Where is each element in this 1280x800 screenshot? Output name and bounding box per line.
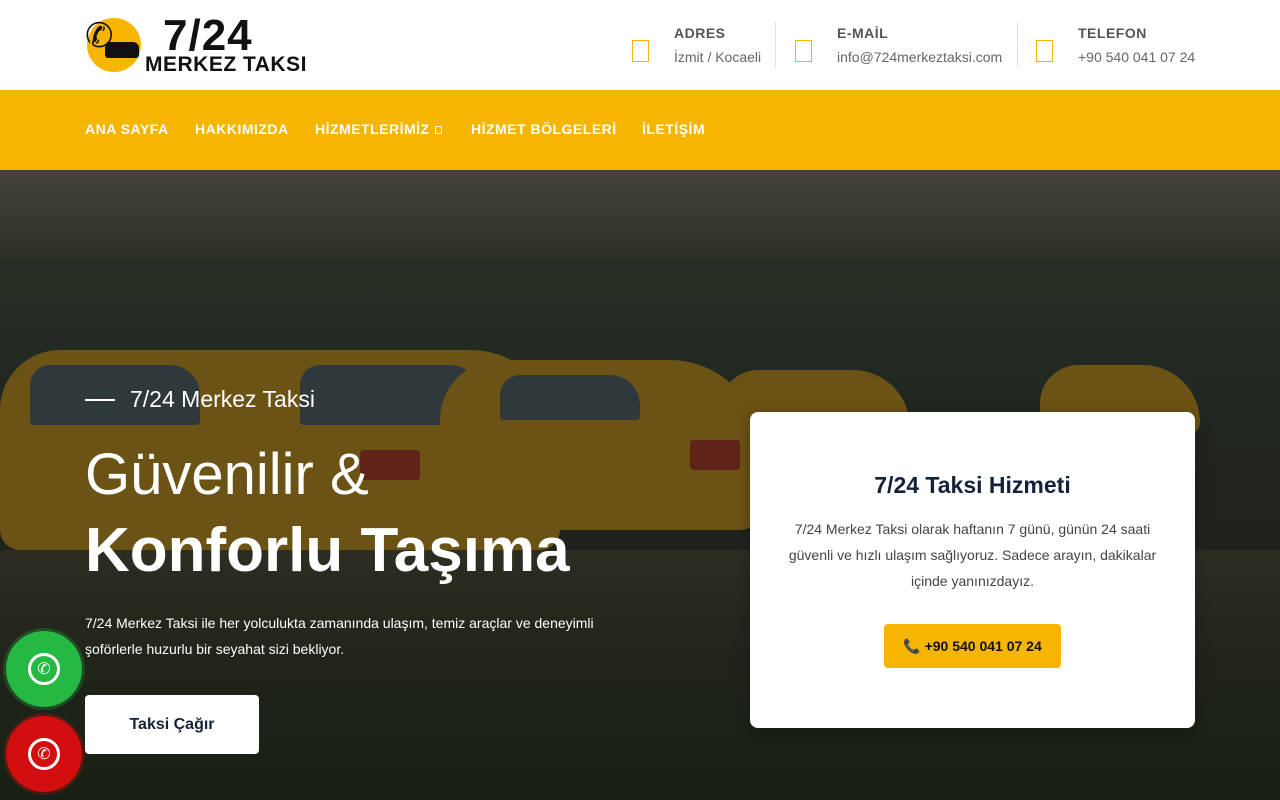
contact-email-value[interactable]: info@724merkeztaksi.com xyxy=(837,49,1002,65)
call-phone-button[interactable]: 📞 +90 540 041 07 24 xyxy=(884,624,1061,668)
hero-eyebrow: 7/24 Merkez Taksi xyxy=(85,386,315,413)
contact-address-value: İzmit / Kocaeli xyxy=(674,49,762,65)
nav-item-services-label: HİZMETLERİMİZ xyxy=(315,121,430,137)
whatsapp-button[interactable]: ✆ xyxy=(6,631,82,707)
call-phone-label: +90 540 041 07 24 xyxy=(924,638,1042,654)
phone-icon: ✆ xyxy=(28,738,60,770)
service-card-title: 7/24 Taksi Hizmeti xyxy=(874,472,1071,498)
nav-item-home[interactable]: ANA SAYFA xyxy=(85,121,169,137)
nav-item-services[interactable]: HİZMETLERİMİZ xyxy=(315,121,442,137)
service-card-text: 7/24 Merkez Taksi olarak haftanın 7 günü… xyxy=(788,521,1157,589)
nav-item-contact[interactable]: İLETİŞİM xyxy=(642,121,705,137)
main-navigation: ANA SAYFA HAKKIMIZDA HİZMETLERİMİZ HİZME… xyxy=(0,90,1280,170)
logo-text: MERKEZ TAKSI xyxy=(145,53,307,76)
eyebrow-dash xyxy=(85,399,115,401)
envelope-icon xyxy=(795,40,812,62)
header: ✆ 7/24 MERKEZ TAKSI ADRES İzmit / Kocael… xyxy=(0,0,1280,90)
logo-number: 7/24 xyxy=(163,11,253,60)
contact-email-label: E-MAİL xyxy=(837,25,889,41)
phone-icon xyxy=(1036,40,1053,62)
nav-item-regions[interactable]: HİZMET BÖLGELERİ xyxy=(471,121,617,137)
call-taxi-button[interactable]: Taksi Çağır xyxy=(85,695,259,754)
hero-eyebrow-text: 7/24 Merkez Taksi xyxy=(130,386,315,412)
nav-item-about[interactable]: HAKKIMIZDA xyxy=(195,121,289,137)
whatsapp-icon: ✆ xyxy=(28,653,60,685)
contact-phone-label: TELEFON xyxy=(1078,25,1147,41)
call-button[interactable]: ✆ xyxy=(6,716,82,792)
contact-address-label: ADRES xyxy=(674,25,726,41)
contact-phone-value[interactable]: +90 540 041 07 24 xyxy=(1078,49,1195,65)
divider xyxy=(775,22,776,68)
map-pin-icon xyxy=(632,40,649,62)
logo-taxi-icon xyxy=(105,42,139,58)
hero-title-line2: Konforlu Taşıma xyxy=(85,516,570,585)
divider xyxy=(1017,22,1018,68)
hero-section: 7/24 Merkez Taksi Güvenilir & Konforlu T… xyxy=(0,170,1280,800)
hero-title-line1: Güvenilir & xyxy=(85,442,369,507)
hero-description: 7/24 Merkez Taksi ile her yolculukta zam… xyxy=(85,615,594,657)
site-logo[interactable]: ✆ 7/24 MERKEZ TAKSI xyxy=(85,11,306,76)
chevron-down-icon xyxy=(434,126,442,134)
service-card: 7/24 Taksi Hizmeti 7/24 Merkez Taksi ola… xyxy=(750,412,1195,728)
phone-icon: 📞 xyxy=(903,638,921,654)
